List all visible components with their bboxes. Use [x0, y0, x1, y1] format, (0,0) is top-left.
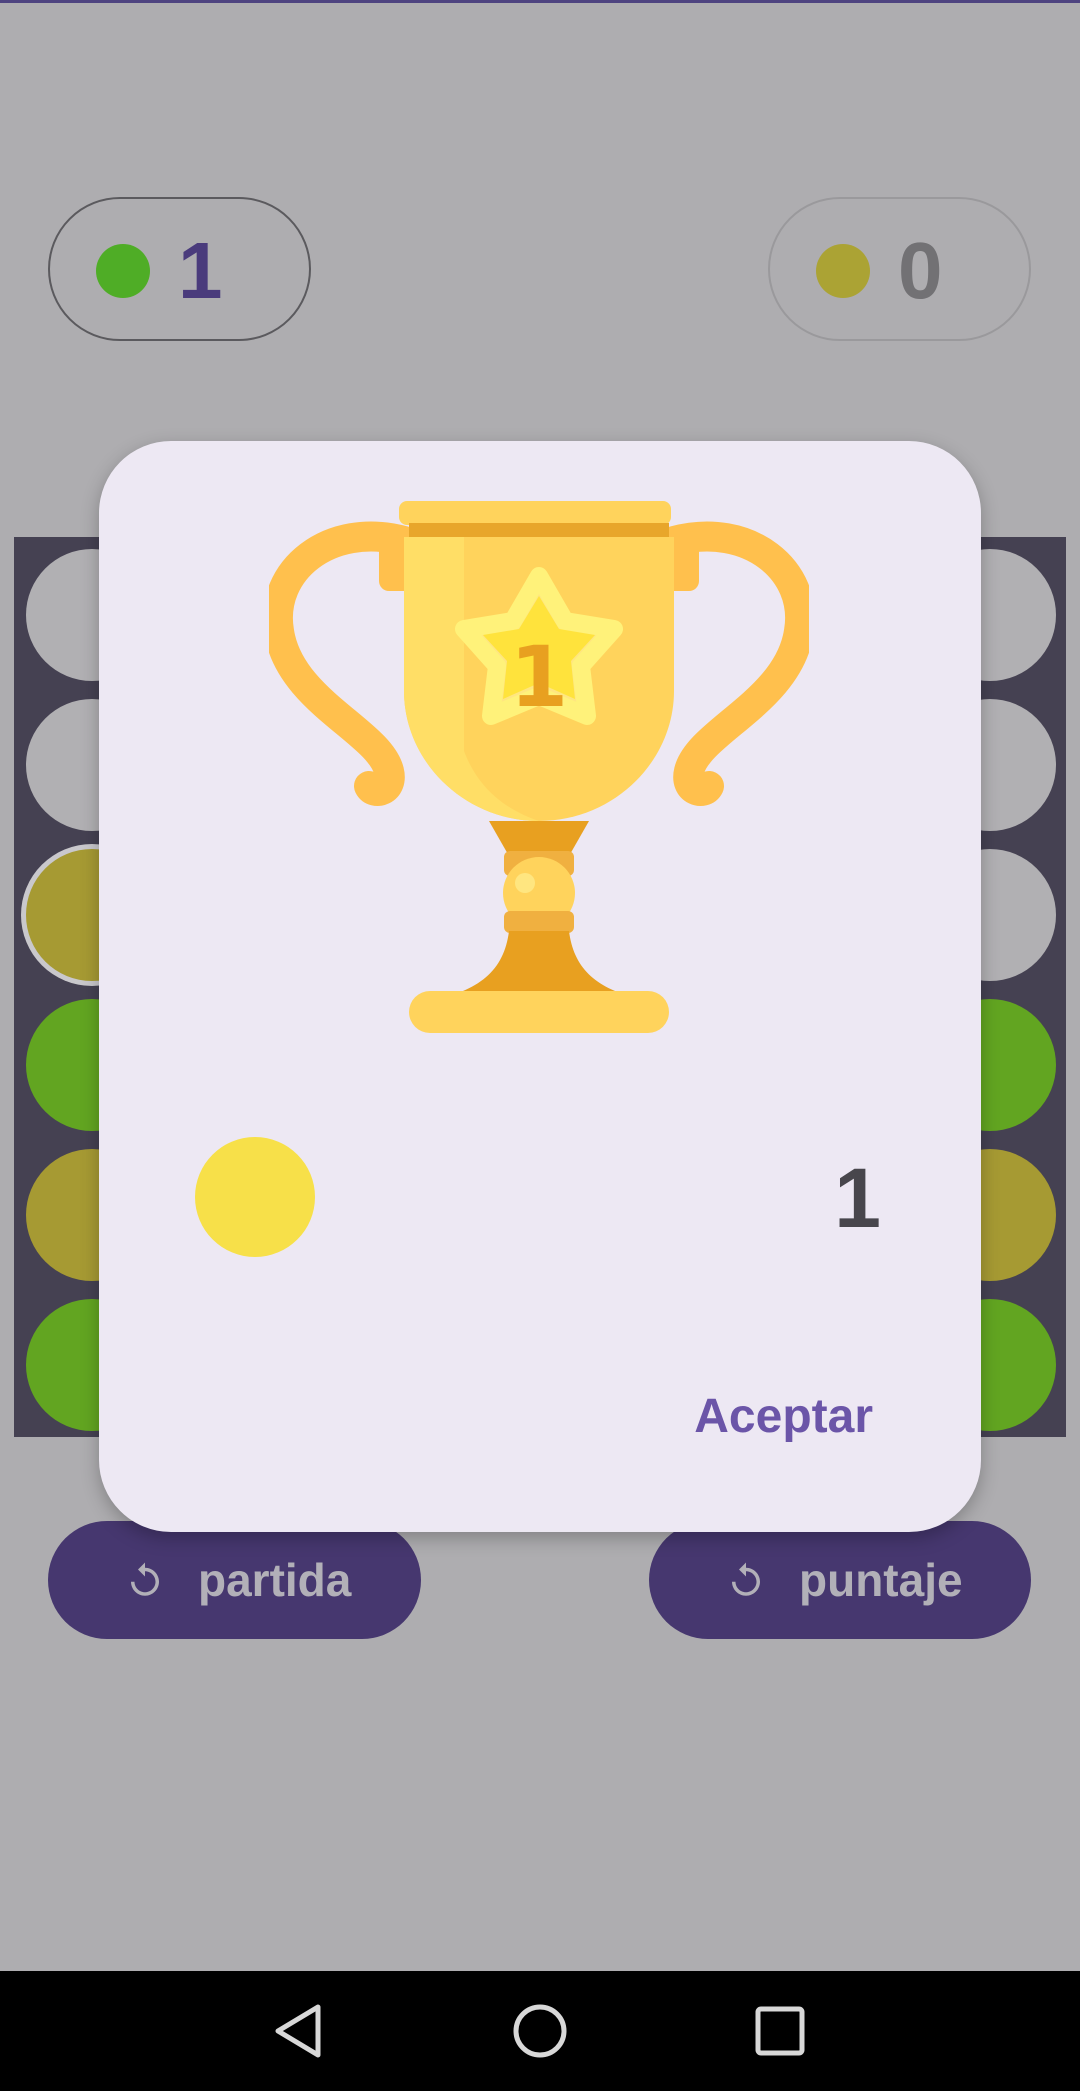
player2-score: 0 [898, 226, 943, 315]
winner-score: 1 [834, 1151, 881, 1245]
accept-button[interactable]: Aceptar [694, 1391, 873, 1443]
yellow-token-icon [816, 244, 870, 298]
trophy-number: 1 [510, 628, 568, 726]
top-divider [0, 0, 1080, 3]
player1-score-pill: 1 [48, 197, 311, 341]
reset-score-button[interactable]: puntaje [649, 1521, 1031, 1639]
trophy-icon: 1 [269, 501, 809, 1033]
reset-score-label: puntaje [799, 1554, 963, 1606]
refresh-icon [131, 1562, 159, 1596]
reset-game-label: partida [198, 1554, 352, 1606]
player2-score-pill: 0 [768, 197, 1031, 341]
back-icon[interactable] [270, 2001, 330, 2061]
refresh-icon [732, 1562, 760, 1596]
green-token-icon [96, 244, 150, 298]
recents-icon[interactable] [750, 2001, 810, 2061]
player1-score: 1 [178, 226, 223, 315]
home-icon[interactable] [510, 2001, 570, 2061]
navigation-bar [0, 1971, 1080, 2091]
reset-game-button[interactable]: partida [48, 1521, 421, 1639]
winner-token-icon [195, 1137, 315, 1257]
winner-dialog: 1 1 Aceptar [99, 441, 981, 1532]
